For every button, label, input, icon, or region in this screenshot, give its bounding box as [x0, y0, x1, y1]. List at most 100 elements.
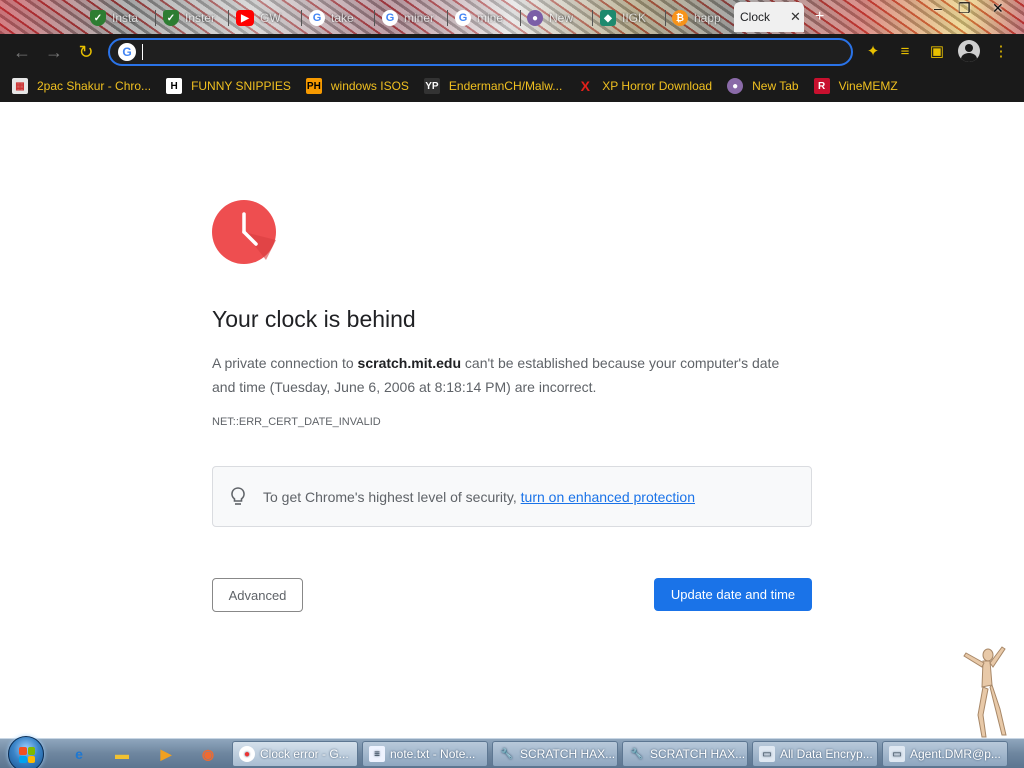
- h-icon: H: [166, 78, 183, 94]
- extensions-icon[interactable]: ✦: [860, 38, 886, 64]
- close-tab-icon[interactable]: ✕: [790, 9, 801, 25]
- bookmark-item[interactable]: ▦ 2pac Shakur - Chro...: [12, 78, 151, 94]
- task-label: All Data Encryp...: [780, 747, 873, 761]
- back-arrow-icon[interactable]: ←: [8, 38, 36, 66]
- ph-icon: PH: [305, 78, 322, 94]
- youtube-icon: ▶: [236, 10, 254, 26]
- bookmark-item[interactable]: X XP Horror Download: [577, 78, 713, 94]
- new-tab-icon: ●: [527, 10, 543, 26]
- folder-icon[interactable]: ▬: [111, 743, 133, 765]
- security-text: To get Chrome's highest level of securit…: [263, 489, 695, 505]
- windows-logo-icon: [19, 747, 35, 763]
- internet-explorer-icon[interactable]: e: [68, 743, 90, 765]
- google-icon: G: [455, 10, 471, 26]
- minimize-icon[interactable]: –: [934, 0, 942, 16]
- app-grid-icon: ▦: [12, 78, 28, 94]
- tab-title: Inster: [185, 11, 216, 25]
- bookmark-item[interactable]: H FUNNY SNIPPIES: [166, 78, 291, 94]
- bookmark-item[interactable]: PH windows ISOS: [305, 78, 409, 94]
- tab-active-clock[interactable]: Clock ✕: [734, 2, 804, 32]
- bookmarks-bar: ▦ 2pac Shakur - Chro... H FUNNY SNIPPIES…: [0, 70, 1024, 102]
- error-description: A private connection to scratch.mit.edu …: [212, 351, 802, 399]
- tab-4[interactable]: G take: [303, 4, 375, 32]
- task-label: SCRATCH HAX...: [520, 747, 616, 761]
- browser-toolbar: ← → ↻ G ✦ ≡ ▣ ⋮: [0, 34, 1024, 70]
- close-window-icon[interactable]: ✕: [992, 0, 1004, 17]
- yp-icon: YP: [423, 78, 440, 94]
- tab-9[interactable]: ₿ happ: [666, 4, 734, 32]
- shield-check-icon: ✓: [90, 10, 106, 26]
- firefox-icon[interactable]: ◉: [197, 743, 219, 765]
- tab-1[interactable]: ✓ Insta: [84, 4, 156, 32]
- bookmark-item[interactable]: ● New Tab: [727, 78, 799, 94]
- taskbar-item[interactable]: ▭ All Data Encryp...: [752, 741, 878, 767]
- tab-8[interactable]: ◆ IIGK: [594, 4, 666, 32]
- google-icon: G: [118, 43, 136, 61]
- address-bar[interactable]: G: [108, 38, 853, 66]
- google-icon: G: [309, 10, 325, 26]
- tab-title: take: [331, 11, 354, 25]
- side-panel-icon[interactable]: ▣: [924, 38, 950, 64]
- enhanced-protection-link[interactable]: turn on enhanced protection: [521, 489, 695, 505]
- reload-icon[interactable]: ↻: [72, 38, 100, 66]
- security-promo-box: To get Chrome's highest level of securit…: [212, 466, 812, 527]
- taskbar-item[interactable]: ● Clock error - G...: [232, 741, 358, 767]
- task-label: SCRATCH HAX...: [650, 747, 746, 761]
- tab-title: mine: [477, 11, 504, 25]
- media-player-icon[interactable]: ▶: [155, 743, 177, 765]
- tab-title: Clock: [740, 10, 771, 24]
- tab-5[interactable]: G miner: [376, 4, 448, 32]
- tab-title: GW: [260, 11, 281, 25]
- profile-icon[interactable]: [956, 38, 982, 64]
- task-label: Clock error - G...: [260, 747, 349, 761]
- bookmark-label: FUNNY SNIPPIES: [191, 79, 291, 93]
- tab-strip: ✓ Insta ✓ Inster ▶ GW G take G miner G m…: [0, 0, 1024, 34]
- text-caret: [142, 44, 143, 60]
- taskbar: e ▬ ▶ ◉ ● Clock error - G... ≡ note.txt …: [0, 736, 1024, 768]
- bookmark-label: New Tab: [752, 79, 799, 93]
- google-icon: G: [382, 10, 398, 26]
- chrome-icon: ●: [239, 746, 255, 762]
- error-code: NET::ERR_CERT_DATE_INVALID: [212, 416, 381, 428]
- tab-title: happ: [694, 11, 721, 25]
- tab-3[interactable]: ▶ GW: [230, 4, 302, 32]
- bookmark-item[interactable]: R VineMEMZ: [813, 78, 898, 94]
- wrench-icon: 🔧: [630, 748, 644, 760]
- app-icon: ◆: [600, 10, 616, 26]
- bitcoin-icon: ₿: [672, 10, 688, 26]
- task-label: note.txt - Note...: [390, 747, 476, 761]
- advanced-button[interactable]: Advanced: [212, 578, 303, 612]
- tab-title: IIGK: [622, 11, 647, 25]
- taskbar-item[interactable]: 🔧 SCRATCH HAX...: [622, 741, 748, 767]
- lightbulb-icon: [231, 486, 245, 505]
- update-date-time-button[interactable]: Update date and time: [654, 578, 812, 611]
- tab-6[interactable]: G mine: [449, 4, 521, 32]
- tab-2[interactable]: ✓ Inster: [157, 4, 229, 32]
- bookmark-item[interactable]: YP EndermanCH/Malw...: [423, 78, 562, 94]
- bookmark-label: VineMEMZ: [838, 79, 898, 93]
- taskbar-item[interactable]: ▭ Agent.DMR@p...: [882, 741, 1008, 767]
- tab-7[interactable]: ● New: [521, 4, 593, 32]
- tab-title: Insta: [112, 11, 139, 25]
- new-tab-icon[interactable]: +: [815, 8, 824, 26]
- taskbar-item[interactable]: ≡ note.txt - Note...: [362, 741, 488, 767]
- window-icon: ▭: [759, 746, 775, 762]
- desc-before: A private connection to: [212, 355, 358, 371]
- globe-icon: ●: [727, 78, 744, 94]
- bookmark-label: XP Horror Download: [602, 79, 713, 93]
- menu-kebab-icon[interactable]: ⋮: [988, 38, 1014, 64]
- security-prefix: To get Chrome's highest level of securit…: [263, 488, 521, 505]
- tab-title: New: [549, 11, 574, 25]
- x-icon: X: [580, 78, 590, 94]
- forward-arrow-icon[interactable]: →: [40, 38, 68, 66]
- window-icon: ▭: [889, 746, 905, 762]
- shield-check-icon: ✓: [163, 10, 179, 26]
- restore-icon[interactable]: ❐: [958, 0, 971, 17]
- media-queue-icon[interactable]: ≡: [892, 38, 918, 64]
- tab-title: miner: [404, 11, 435, 25]
- page-title: Your clock is behind: [212, 306, 416, 332]
- notepad-icon: ≡: [369, 746, 385, 762]
- start-button[interactable]: [8, 736, 44, 768]
- bookmark-label: windows ISOS: [330, 79, 409, 93]
- taskbar-item[interactable]: 🔧 SCRATCH HAX...: [492, 741, 618, 767]
